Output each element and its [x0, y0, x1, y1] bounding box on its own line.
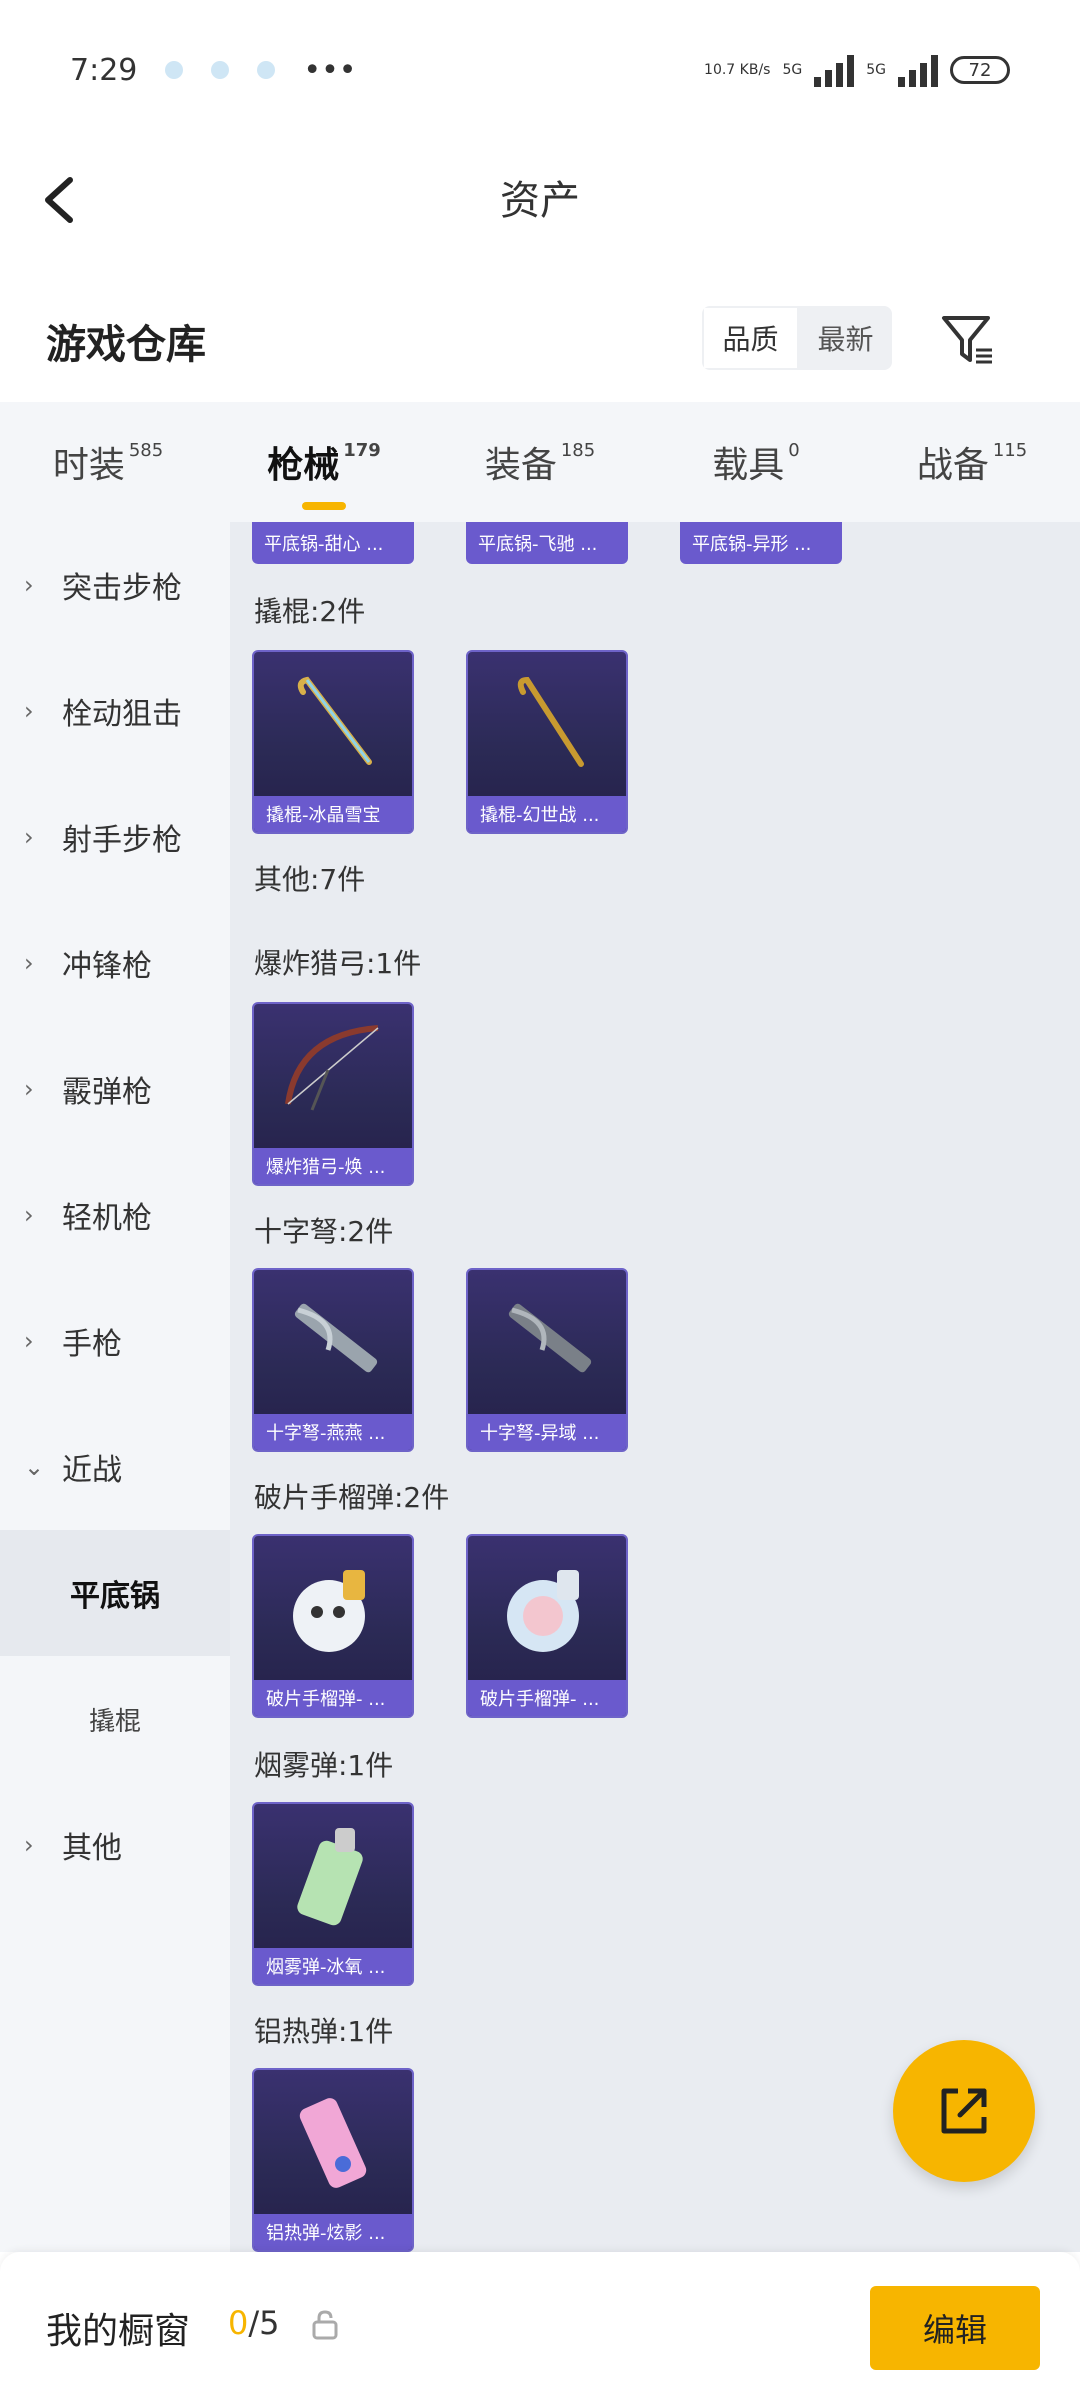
- tab-vehicles[interactable]: 载具 0: [648, 436, 864, 488]
- crowbar-icon: [254, 652, 412, 792]
- share-button[interactable]: [893, 2040, 1035, 2182]
- status-time: 7:29: [70, 52, 138, 88]
- crowbar-icon: [468, 652, 626, 792]
- section-label: 烟雾弹:1件: [254, 1749, 394, 1782]
- filter-button[interactable]: [940, 312, 996, 368]
- item-grid: 平底锅-甜心 ... 平底锅-飞驰 ... 平底锅-异形 ... 撬棍:2件 撬…: [230, 522, 1080, 2252]
- item-card[interactable]: 破片手榴弹- ...: [466, 1534, 628, 1718]
- sidebar-item-pan[interactable]: 平底锅: [0, 1530, 230, 1656]
- chevron-right-icon: ›: [24, 1075, 34, 1103]
- sidebar-item-shotgun[interactable]: › 霰弹枪: [0, 1026, 230, 1152]
- warehouse-title: 游戏仓库: [46, 322, 206, 368]
- notification-icon: [165, 61, 184, 79]
- smoke-grenade-icon: [254, 1804, 412, 1944]
- edit-button[interactable]: 编辑: [870, 2286, 1040, 2370]
- share-icon: [941, 2088, 987, 2134]
- page-title: 资产: [500, 178, 580, 224]
- item-card[interactable]: 撬棍-冰晶雪宝: [252, 650, 414, 834]
- signal-icon: [898, 53, 938, 87]
- item-card[interactable]: 平底锅-飞驰 ...: [466, 522, 628, 564]
- item-card[interactable]: 撬棍-幻世战 ...: [466, 650, 628, 834]
- grenade-icon: [254, 1536, 412, 1676]
- showcase-label: 我的橱窗: [46, 2311, 191, 2352]
- item-card[interactable]: 破片手榴弹- ...: [252, 1534, 414, 1718]
- showcase-count: 0/5: [228, 2304, 280, 2342]
- network-label: 5G: [866, 62, 886, 78]
- net-speed: 10.7 KB/s: [704, 62, 771, 78]
- item-card[interactable]: 十字弩-燕燕 ...: [252, 1268, 414, 1452]
- item-card[interactable]: 爆炸猎弓-焕 ...: [252, 1002, 414, 1186]
- sidebar-item-smg[interactable]: › 冲锋枪: [0, 900, 230, 1026]
- chevron-right-icon: ›: [24, 697, 34, 725]
- sidebar-item-melee[interactable]: ⌄ 近战: [0, 1404, 230, 1530]
- sidebar-item-crowbar[interactable]: 撬棍: [0, 1656, 230, 1782]
- header: 资产: [0, 140, 1080, 260]
- section-label: 十字弩:2件: [254, 1215, 394, 1248]
- notification-icon: [257, 61, 276, 79]
- grenade-icon: [468, 1536, 626, 1676]
- tab-supplies[interactable]: 战备 115: [864, 436, 1080, 488]
- item-card[interactable]: 铝热弹-炫影 ...: [252, 2068, 414, 2252]
- chevron-right-icon: ›: [24, 571, 34, 599]
- network-label: 5G: [782, 62, 803, 78]
- sort-toggle: 品质 最新: [702, 306, 892, 370]
- section-label: 撬棍:2件: [254, 595, 366, 628]
- category-tabs: 时装 585 枪械 179 装备 185 载具 0 战备 115: [0, 402, 1080, 522]
- sidebar: › 突击步枪 › 栓动狙击 › 射手步枪 › 冲锋枪 › 霰弹枪 › 轻机枪 ›…: [0, 522, 230, 2252]
- lock-icon: [312, 2310, 338, 2340]
- chevron-right-icon: ›: [24, 823, 34, 851]
- chevron-right-icon: ›: [24, 949, 34, 977]
- sidebar-item-assault-rifle[interactable]: › 突击步枪: [0, 522, 230, 648]
- sidebar-item-lmg[interactable]: › 轻机枪: [0, 1152, 230, 1278]
- chevron-right-icon: ›: [24, 1327, 34, 1355]
- item-card[interactable]: 十字弩-异域 ...: [466, 1268, 628, 1452]
- section-label: 破片手榴弹:2件: [254, 1481, 450, 1514]
- section-label: 铝热弹:1件: [254, 2015, 394, 2048]
- more-notifications-icon: •••: [303, 52, 357, 88]
- crossbow-icon: [468, 1270, 626, 1410]
- sort-quality-button[interactable]: 品质: [702, 306, 799, 370]
- crossbow-icon: [254, 1270, 412, 1410]
- filter-icon: [942, 316, 992, 364]
- sidebar-item-other[interactable]: › 其他: [0, 1782, 230, 1908]
- section-label: 其他:7件: [254, 863, 366, 896]
- showcase-bar: 我的橱窗 0/5 编辑: [0, 2252, 1080, 2400]
- status-bar: 7:29 ••• 10.7 KB/s 5G 5G 72: [0, 0, 1080, 140]
- tab-guns[interactable]: 枪械 179: [216, 436, 432, 488]
- chevron-down-icon: ⌄: [24, 1453, 45, 1481]
- item-card[interactable]: 平底锅-异形 ...: [680, 522, 842, 564]
- sidebar-item-pistol[interactable]: › 手枪: [0, 1278, 230, 1404]
- chevron-right-icon: ›: [24, 1831, 34, 1859]
- sidebar-item-bolt-sniper[interactable]: › 栓动狙击: [0, 648, 230, 774]
- battery-icon: 72: [950, 56, 1010, 84]
- tab-fashion[interactable]: 时装 585: [0, 436, 216, 488]
- notification-icon: [211, 61, 230, 79]
- bow-icon: [254, 1004, 412, 1144]
- warehouse-header: 游戏仓库 品质 最新: [0, 290, 1080, 390]
- sidebar-item-marksman-rifle[interactable]: › 射手步枪: [0, 774, 230, 900]
- chevron-right-icon: ›: [24, 1201, 34, 1229]
- item-card[interactable]: 烟雾弹-冰氧 ...: [252, 1802, 414, 1986]
- tab-equipment[interactable]: 装备 185: [432, 436, 648, 488]
- signal-icon: [814, 53, 855, 87]
- thermite-icon: [254, 2070, 412, 2210]
- item-card[interactable]: 平底锅-甜心 ...: [252, 522, 414, 564]
- sort-newest-button[interactable]: 最新: [799, 306, 892, 370]
- section-label: 爆炸猎弓:1件: [254, 947, 422, 980]
